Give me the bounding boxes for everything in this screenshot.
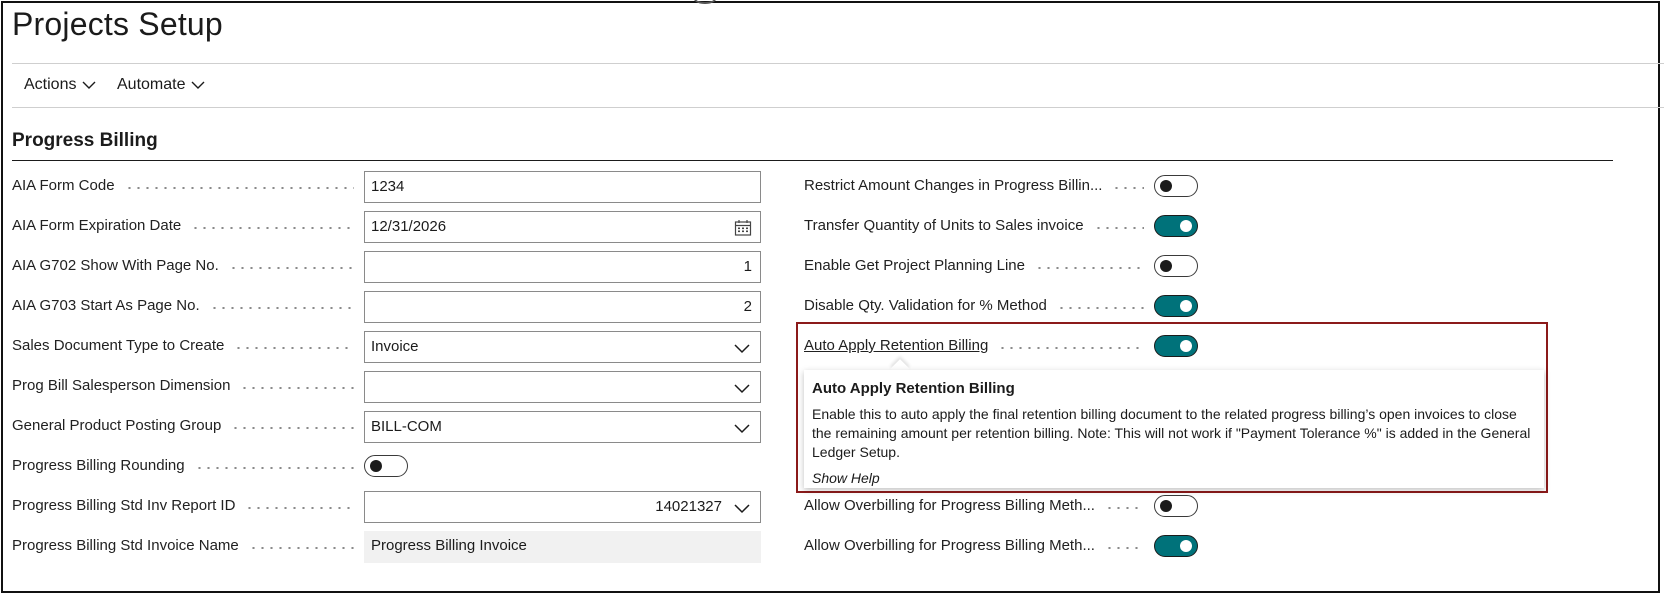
menu-divider xyxy=(12,107,1664,108)
sales-document-type-label: Sales Document Type to Create xyxy=(12,330,364,362)
progress-billing-rounding-label: Progress Billing Rounding xyxy=(12,450,364,482)
auto-apply-retention-billing-label[interactable]: Auto Apply Retention Billing xyxy=(804,330,1154,362)
automate-menu-label: Automate xyxy=(117,76,186,93)
restrict-amount-changes-label: Restrict Amount Changes in Progress Bill… xyxy=(804,170,1154,202)
aia-g703-start-page-label: AIA G703 Start As Page No. xyxy=(12,290,364,322)
aia-form-code-label: AIA Form Code xyxy=(12,170,364,202)
restrict-amount-changes-toggle[interactable] xyxy=(1154,175,1198,197)
show-help-link[interactable]: Show Help xyxy=(812,470,1536,486)
allow-overbilling-label-2: Allow Overbilling for Progress Billing M… xyxy=(804,530,1154,562)
std-invoice-name-value: Progress Billing Invoice xyxy=(364,531,761,563)
actions-menu[interactable]: Actions xyxy=(24,76,96,94)
prog-bill-salesperson-dimension-select[interactable] xyxy=(364,371,761,403)
std-inv-report-id-label: Progress Billing Std Inv Report ID xyxy=(12,490,364,522)
tooltip-body: Enable this to auto apply the final rete… xyxy=(812,406,1531,460)
aia-form-code-input[interactable]: 1234 xyxy=(364,171,761,203)
aia-g702-show-page-input[interactable]: 1 xyxy=(364,251,761,283)
field-tooltip: Auto Apply Retention Billing Enable this… xyxy=(804,370,1544,488)
general-product-posting-group-select[interactable]: BILL-COM xyxy=(364,411,761,443)
aia-g703-start-page-input[interactable]: 2 xyxy=(364,291,761,323)
aia-form-expiration-date-input[interactable]: 12/31/2026 xyxy=(364,211,761,243)
disable-qty-validation-toggle[interactable] xyxy=(1154,295,1198,317)
std-inv-report-id-select[interactable]: 14021327 xyxy=(364,491,761,523)
page-title: Projects Setup xyxy=(12,6,223,42)
chevron-down-icon xyxy=(734,424,750,434)
prog-bill-salesperson-dimension-label: Prog Bill Salesperson Dimension xyxy=(12,370,364,402)
allow-overbilling-toggle-1[interactable] xyxy=(1154,495,1198,517)
disable-qty-validation-label: Disable Qty. Validation for % Method xyxy=(804,290,1154,322)
chevron-down-icon xyxy=(734,504,750,514)
section-title: Progress Billing xyxy=(12,130,158,151)
aia-g702-show-page-label: AIA G702 Show With Page No. xyxy=(12,250,364,282)
allow-overbilling-label-1: Allow Overbilling for Progress Billing M… xyxy=(804,490,1154,522)
auto-apply-retention-billing-toggle[interactable] xyxy=(1154,335,1198,357)
transfer-quantity-units-toggle[interactable] xyxy=(1154,215,1198,237)
transfer-quantity-units-label: Transfer Quantity of Units to Sales invo… xyxy=(804,210,1154,242)
aia-form-expiration-date-label: AIA Form Expiration Date xyxy=(12,210,364,242)
sales-document-type-select[interactable]: Invoice xyxy=(364,331,761,363)
actions-menu-label: Actions xyxy=(24,76,77,93)
progress-billing-rounding-toggle[interactable] xyxy=(364,455,408,477)
enable-get-planning-line-label: Enable Get Project Planning Line xyxy=(804,250,1154,282)
chevron-down-icon xyxy=(82,81,96,89)
std-invoice-name-label: Progress Billing Std Invoice Name xyxy=(12,530,364,562)
allow-overbilling-toggle-2[interactable] xyxy=(1154,535,1198,557)
tooltip-title: Auto Apply Retention Billing xyxy=(812,380,1015,397)
automate-menu[interactable]: Automate xyxy=(117,76,205,94)
general-product-posting-group-label: General Product Posting Group xyxy=(12,410,364,442)
section-divider xyxy=(12,160,1613,161)
chevron-down-icon xyxy=(734,344,750,354)
chevron-down-icon xyxy=(191,81,205,89)
calendar-icon[interactable] xyxy=(734,219,752,237)
chevron-down-icon xyxy=(734,384,750,394)
title-divider xyxy=(12,63,1664,64)
enable-get-planning-line-toggle[interactable] xyxy=(1154,255,1198,277)
